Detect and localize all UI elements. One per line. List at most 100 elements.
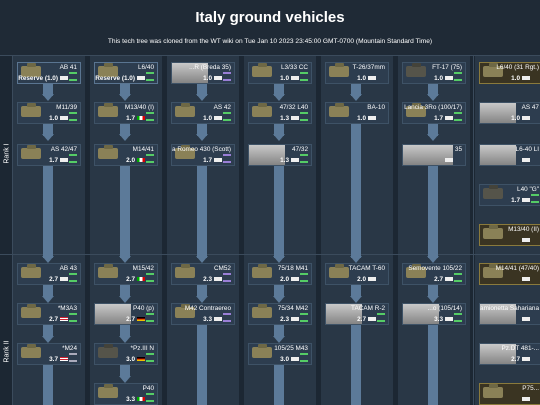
battle-rating: 2.3 — [203, 276, 212, 283]
battle-rating: 1.0 — [280, 75, 289, 82]
connector-arrow — [119, 256, 131, 263]
vehicle-icon — [406, 63, 426, 77]
vehicle-card-semovente10522[interactable]: Semovente 105/22 2.7 — [402, 263, 466, 285]
vehicle-card-m42contr[interactable]: M42 Contraereo 3.3 — [171, 303, 235, 325]
vehicle-name: *M24 — [62, 345, 77, 352]
vehicle-class-icon — [146, 112, 154, 121]
flag-icon — [291, 277, 299, 281]
flag-icon — [291, 317, 299, 321]
vehicle-name: ...o (105/14) — [427, 305, 462, 312]
vehicle-card-m1340ii[interactable]: M13/40 (II) — [479, 224, 540, 246]
vehicle-class-icon — [69, 273, 77, 282]
vehicle-card-cm52[interactable]: CM52 2.3 — [171, 263, 235, 285]
vehicle-class-icon — [223, 72, 231, 81]
flag-icon — [291, 357, 299, 361]
vehicle-card-s4732[interactable]: 47/32 1.3 — [248, 144, 312, 166]
vehicle-card-p40[interactable]: P40 3.3 — [94, 383, 158, 405]
vehicle-card-m1139[interactable]: M11/39 1.0 — [17, 102, 81, 124]
connector-arrow — [196, 296, 208, 303]
flag-icon — [60, 277, 68, 281]
vehicle-icon — [21, 145, 41, 159]
vehicle-card-m1441[interactable]: M14/41 2.0 — [94, 144, 158, 166]
vehicle-card-t26[interactable]: T-26/37mm 1.0 — [325, 62, 389, 84]
vehicle-class-icon — [146, 313, 154, 322]
vehicle-name: 75/18 M41 — [277, 265, 308, 272]
vehicle-card-p40p[interactable]: P40 (p) 2.7 — [94, 303, 158, 325]
battle-rating: 3.0 — [126, 356, 135, 363]
vehicle-card-lancia[interactable]: Lancia 3Ro (100/17) 1.7 — [402, 102, 466, 124]
battle-rating: 1.3 — [280, 115, 289, 122]
vehicle-card-alfa[interactable]: Alfa Romeo 430 (Scott) 1.7 — [171, 144, 235, 166]
vehicle-name: T-26/37mm — [352, 64, 385, 71]
vehicle-name: AS 42 — [213, 104, 231, 111]
vehicle-card-s35[interactable]: 35 — [402, 144, 466, 166]
vehicle-card-l640[interactable]: L6/40 Reserve (1.0) — [94, 62, 158, 84]
vehicle-name: TACAM T-60 — [348, 265, 385, 272]
vehicle-card-l40g[interactable]: L40 "G" 1.7 — [479, 184, 540, 206]
flag-icon — [522, 277, 530, 281]
vehicle-card-camionetta[interactable]: Camionetta Sahariana — [479, 303, 540, 325]
vehicle-card-l640rgt[interactable]: L6/40 (31 Rgt.) 1.0 — [479, 62, 540, 84]
vehicle-card-pz3n[interactable]: *Pz.III N 3.0 — [94, 343, 158, 365]
vehicle-card-s10525m43[interactable]: 105/25 M43 3.0 — [248, 343, 312, 365]
vehicle-card-p75[interactable]: P75... — [479, 383, 540, 405]
vehicle-name: AS 42/47 — [50, 146, 77, 153]
vehicle-card-s10514[interactable]: ...o (105/14) 3.3 — [402, 303, 466, 325]
vehicle-name: L40 "G" — [517, 186, 539, 193]
vehicle-name: FT-17 (75) — [432, 64, 462, 71]
vehicle-card-tacamt60[interactable]: TACAM T-60 2.0 — [325, 263, 389, 285]
vehicle-card-s7518m41[interactable]: 75/18 M41 2.0 — [248, 263, 312, 285]
flag-icon — [214, 76, 222, 80]
vehicle-card-ft17[interactable]: FT-17 (75) 1.0 — [402, 62, 466, 84]
connector-pipe — [428, 166, 438, 258]
connector-pipe — [351, 325, 361, 405]
battle-rating: 2.7 — [126, 276, 135, 283]
vehicle-card-as42[interactable]: AS 42 1.0 — [171, 102, 235, 124]
vehicle-name: *M3A3 — [57, 305, 77, 312]
vehicle-class-icon — [223, 112, 231, 121]
vehicle-class-icon — [300, 154, 308, 163]
connector-arrow — [119, 94, 131, 101]
page-title: Italy ground vehicles — [195, 9, 345, 26]
connector-arrow — [42, 256, 54, 263]
connector-arrow — [273, 134, 285, 141]
vehicle-card-tacamr2[interactable]: TACAM R-2 2.7 — [325, 303, 389, 325]
vehicle-icon — [98, 264, 118, 278]
flag-icon — [137, 76, 145, 80]
vehicle-class-icon — [69, 154, 77, 163]
vehicle-card-l347l40[interactable]: 47/32 L40 1.3 — [248, 102, 312, 124]
rank-label: Rank I — [3, 143, 11, 164]
vehicle-card-m1542[interactable]: M15/42 2.7 — [94, 263, 158, 285]
vehicle-card-m1340i[interactable]: M13/40 (I) 1.7 — [94, 102, 158, 124]
vehicle-card-ab43[interactable]: AB 43 2.7 — [17, 263, 81, 285]
flag-icon — [60, 317, 68, 321]
battle-rating: 1.0 — [511, 115, 520, 122]
vehicle-card-as47[interactable]: AS 47 1.0 — [479, 102, 540, 124]
flag-icon — [445, 76, 453, 80]
vehicle-card-s7534m42[interactable]: 75/34 M42 2.3 — [248, 303, 312, 325]
vehicle-card-m24[interactable]: *M24 3.7 — [17, 343, 81, 365]
rank-divider — [12, 55, 13, 405]
connector-arrow — [273, 336, 285, 343]
flag-icon — [522, 116, 530, 120]
vehicle-name: M13/40 (I) — [124, 104, 154, 111]
vehicle-card-m1441_47[interactable]: M14/41 (47/40) — [479, 263, 540, 285]
vehicle-name: P40 (p) — [133, 305, 154, 312]
flag-icon — [214, 116, 222, 120]
vehicle-card-m3a3[interactable]: *M3A3 2.7 — [17, 303, 81, 325]
page-header: Italy ground vehicles This tech tree was… — [0, 0, 540, 55]
battle-rating: 2.0 — [126, 157, 135, 164]
vehicle-card-as4247[interactable]: AS 42/47 1.7 — [17, 144, 81, 166]
flag-icon — [522, 198, 530, 202]
vehicle-card-pzdt[interactable]: Pz.DT 481-... 2.7 — [479, 343, 540, 365]
vehicle-card-breda[interactable]: ...R (Breda 35) 1.0 — [171, 62, 235, 84]
vehicle-name: AB 43 — [59, 265, 77, 272]
vehicle-card-l640li[interactable]: L6-40 LI — [479, 144, 540, 166]
battle-rating: 3.3 — [203, 316, 212, 323]
vehicle-card-ab41[interactable]: AB 41 Reserve (1.0) — [17, 62, 81, 84]
vehicle-card-ba10[interactable]: BA-10 1.0 — [325, 102, 389, 124]
vehicle-card-l333cc[interactable]: L3/33 CC 1.0 — [248, 62, 312, 84]
vehicle-icon — [252, 304, 272, 318]
connector-arrow — [119, 296, 131, 303]
connector-arrow — [427, 256, 439, 263]
